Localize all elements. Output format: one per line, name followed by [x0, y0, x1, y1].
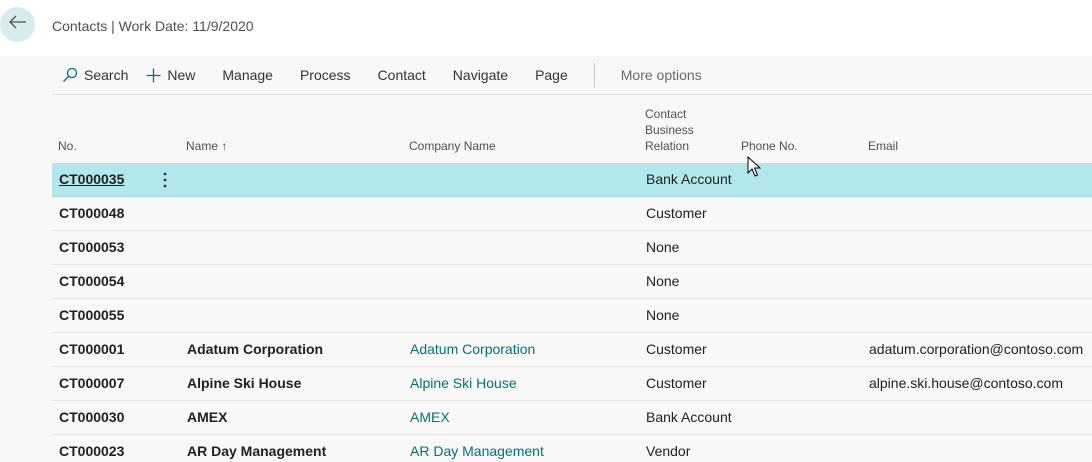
top-bar: Contacts | Work Date: 11/9/2020 [0, 0, 1092, 56]
business-relation: None [646, 239, 680, 255]
content-area: Search New Manage Process Contact Naviga… [0, 56, 1092, 462]
business-relation: Bank Account [646, 409, 732, 425]
company-name-link[interactable]: Alpine Ski House [410, 367, 517, 400]
navigate-menu[interactable]: Navigate [453, 56, 508, 94]
column-header-name-label: Name [186, 139, 219, 153]
manage-menu[interactable]: Manage [222, 56, 273, 94]
company-name-link[interactable]: Adatum Corporation [410, 333, 535, 366]
search-button[interactable]: Search [62, 56, 128, 94]
contact-no[interactable]: CT000035 [59, 163, 124, 196]
contact-no[interactable]: CT000054 [59, 265, 124, 298]
contact-no[interactable]: CT000007 [59, 367, 124, 400]
business-relation: None [646, 273, 680, 289]
business-relation: Customer [646, 341, 707, 357]
contact-no[interactable]: CT000023 [59, 435, 124, 462]
new-button[interactable]: New [146, 56, 195, 94]
page-menu[interactable]: Page [535, 56, 568, 94]
business-relation: Bank Account [646, 171, 732, 187]
table-row[interactable]: CT000023 AR Day Management AR Day Manage… [52, 435, 1092, 462]
search-label: Search [84, 67, 129, 83]
table-row[interactable]: CT000035 Bank Account [52, 163, 1092, 197]
contact-no[interactable]: CT000055 [59, 299, 124, 332]
contact-name: AR Day Management [187, 443, 327, 459]
company-name-link[interactable]: AR Day Management [410, 435, 544, 462]
relation-header-line: Business [645, 123, 694, 137]
grid-header: No. Name ↑ Company Name Contact Business… [52, 96, 1092, 163]
contact-no[interactable]: CT000048 [59, 197, 124, 230]
business-relation: Customer [646, 375, 707, 391]
company-name-link[interactable]: AMEX [410, 401, 450, 434]
business-relation: None [646, 307, 680, 323]
column-header-company-name[interactable]: Company Name [409, 138, 496, 154]
table-row[interactable]: CT000048 Customer [52, 197, 1092, 231]
table-row[interactable]: CT000055 None [52, 299, 1092, 333]
contact-no[interactable]: CT000030 [59, 401, 124, 434]
process-menu[interactable]: Process [300, 56, 351, 94]
sort-ascending-icon: ↑ [221, 139, 228, 153]
row-actions-icon[interactable] [156, 163, 174, 196]
contact-email: alpine.ski.house@contoso.com [869, 375, 1063, 391]
plus-icon [146, 68, 161, 83]
column-header-name[interactable]: Name ↑ [186, 138, 227, 154]
contact-no[interactable]: CT000053 [59, 231, 124, 264]
column-header-phone-no[interactable]: Phone No. [741, 138, 798, 154]
table-row[interactable]: CT000007 Alpine Ski House Alpine Ski Hou… [52, 367, 1092, 401]
contact-email: adatum.corporation@contoso.com [869, 341, 1084, 357]
column-header-contact-business-relation[interactable]: Contact Business Relation [645, 106, 715, 154]
table-row[interactable]: CT000053 None [52, 231, 1092, 265]
more-options-button[interactable]: More options [621, 56, 702, 94]
contact-name: AMEX [187, 409, 228, 425]
page-title: Contacts | Work Date: 11/9/2020 [52, 18, 254, 34]
business-relation: Customer [646, 205, 707, 221]
contact-menu[interactable]: Contact [378, 56, 426, 94]
column-header-no[interactable]: No. [58, 138, 77, 154]
contact-name: Adatum Corporation [187, 341, 324, 357]
business-relation: Vendor [646, 443, 691, 459]
column-header-email[interactable]: Email [868, 138, 898, 154]
table-row[interactable]: CT000054 None [52, 265, 1092, 299]
contact-name: Alpine Ski House [187, 375, 302, 391]
mouse-pointer-icon [747, 155, 762, 183]
search-icon [62, 67, 78, 83]
relation-header-line: Contact [645, 107, 687, 121]
contacts-list: CT000035 Bank Account CT000048 Customer … [52, 163, 1092, 462]
table-row[interactable]: CT000001 Adatum Corporation Adatum Corpo… [52, 333, 1092, 367]
relation-header-line: Relation [645, 139, 690, 153]
action-separator [593, 63, 595, 87]
action-bar: Search New Manage Process Contact Naviga… [52, 56, 1092, 95]
new-label: New [167, 67, 196, 83]
table-row[interactable]: CT000030 AMEX AMEX Bank Account [52, 401, 1092, 435]
contact-no[interactable]: CT000001 [59, 333, 124, 366]
arrow-left-icon [8, 15, 27, 34]
back-button[interactable] [0, 7, 35, 42]
